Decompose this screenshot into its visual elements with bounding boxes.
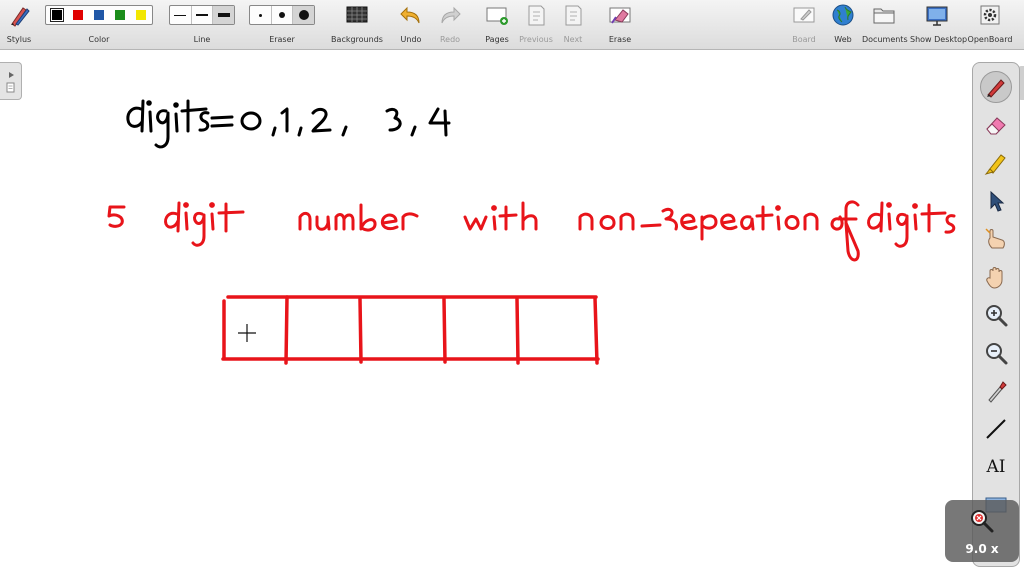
color-swatches bbox=[45, 5, 153, 25]
backgrounds-label: Backgrounds bbox=[331, 35, 383, 44]
interact-tool-button[interactable] bbox=[980, 223, 1012, 255]
hand-tool-button[interactable] bbox=[980, 261, 1012, 293]
color-swatch-red[interactable] bbox=[72, 10, 83, 20]
line-icon bbox=[986, 419, 1006, 439]
line-label: Line bbox=[193, 35, 211, 44]
color-swatch-yellow[interactable] bbox=[136, 10, 147, 20]
previous-page-label: Previous bbox=[519, 35, 553, 44]
eraser-small-option[interactable] bbox=[250, 6, 272, 24]
whiteboard-canvas[interactable] bbox=[0, 51, 1024, 576]
next-page-icon bbox=[560, 3, 586, 27]
zoom-in-icon bbox=[986, 305, 1008, 327]
eraser-label: Eraser bbox=[269, 35, 295, 44]
redo-button[interactable]: Redo bbox=[435, 3, 465, 47]
text-tool-button[interactable]: AI bbox=[980, 451, 1012, 483]
web-button[interactable]: Web bbox=[828, 3, 858, 47]
pointer-icon bbox=[990, 190, 1005, 212]
line-tool-button[interactable] bbox=[980, 413, 1012, 445]
crosshair-cursor-icon bbox=[238, 324, 256, 342]
board-label: Board bbox=[792, 35, 816, 44]
eraser-tool-button[interactable] bbox=[980, 109, 1012, 141]
web-label: Web bbox=[834, 35, 852, 44]
color-swatch-blue[interactable] bbox=[93, 10, 104, 20]
color-selector[interactable]: Color bbox=[44, 3, 154, 47]
board-button[interactable]: Board bbox=[789, 3, 819, 47]
zoom-out-icon bbox=[986, 343, 1008, 365]
erase-button[interactable]: Erase bbox=[605, 3, 635, 47]
handwriting-question-text bbox=[107, 200, 956, 262]
undo-button[interactable]: Undo bbox=[396, 3, 426, 47]
redo-label: Redo bbox=[439, 35, 461, 44]
line-width-selector[interactable]: Line bbox=[168, 3, 236, 47]
globe-icon bbox=[830, 3, 856, 27]
pointer-tool-button[interactable] bbox=[980, 185, 1012, 217]
line-medium-option[interactable] bbox=[192, 6, 214, 24]
color-swatch-black[interactable] bbox=[49, 8, 64, 22]
undo-label: Undo bbox=[400, 35, 422, 44]
board-icon bbox=[791, 3, 817, 27]
pages-button[interactable]: Pages bbox=[482, 3, 512, 47]
erase-label: Erase bbox=[608, 35, 632, 44]
show-desktop-label: Show Desktop bbox=[910, 35, 968, 44]
eraser-size-selector[interactable]: Eraser bbox=[248, 3, 316, 47]
pages-label: Pages bbox=[485, 35, 509, 44]
eraser-large-option[interactable] bbox=[293, 6, 315, 24]
documents-button[interactable]: Documents bbox=[862, 3, 908, 47]
pipette-icon bbox=[988, 381, 1007, 403]
stylus-icon bbox=[6, 3, 32, 27]
tool-palette: AI bbox=[972, 62, 1020, 567]
backgrounds-button[interactable]: Backgrounds bbox=[330, 3, 384, 47]
next-page-label: Next bbox=[563, 35, 583, 44]
show-desktop-button[interactable]: Show Desktop bbox=[910, 3, 968, 47]
laser-pointer-tool-button[interactable] bbox=[980, 375, 1012, 407]
previous-page-icon bbox=[523, 3, 549, 27]
main-toolbar: Stylus Color Line Eraser Backgrounds Und… bbox=[0, 0, 1024, 50]
digit-place-boxes bbox=[221, 295, 600, 365]
zoom-in-tool-button[interactable] bbox=[980, 299, 1012, 331]
highlighter-icon bbox=[984, 154, 1006, 175]
line-thick-option[interactable] bbox=[213, 6, 235, 24]
line-width-options bbox=[169, 5, 235, 25]
stylus-button[interactable]: Stylus bbox=[4, 3, 34, 47]
zoom-out-tool-button[interactable] bbox=[980, 337, 1012, 369]
documents-label: Documents bbox=[862, 35, 908, 44]
eraser-medium-option[interactable] bbox=[272, 6, 294, 24]
redo-icon bbox=[437, 3, 463, 27]
previous-page-button[interactable]: Previous bbox=[518, 3, 554, 47]
laser-hand-icon bbox=[985, 228, 1005, 249]
undo-icon bbox=[398, 3, 424, 27]
magnifier-icon bbox=[971, 510, 994, 533]
zoom-level-label: 9.0 x bbox=[965, 542, 999, 556]
color-label: Color bbox=[88, 35, 110, 44]
hand-icon bbox=[986, 267, 1003, 289]
gear-icon bbox=[977, 3, 1003, 27]
highlighter-tool-button[interactable] bbox=[980, 147, 1012, 179]
erase-icon bbox=[607, 3, 633, 27]
openboard-label: OpenBoard bbox=[967, 35, 1013, 44]
text-icon: AI bbox=[986, 457, 1006, 477]
zoom-indicator[interactable]: 9.0 x bbox=[945, 500, 1019, 562]
line-thin-option[interactable] bbox=[170, 6, 192, 24]
openboard-button[interactable]: OpenBoard bbox=[967, 3, 1013, 47]
backgrounds-icon bbox=[344, 3, 370, 27]
folder-icon bbox=[871, 3, 897, 27]
eraser-icon bbox=[986, 117, 1006, 135]
pen-tool-button[interactable] bbox=[980, 71, 1012, 103]
pages-icon bbox=[484, 3, 510, 27]
next-page-button[interactable]: Next bbox=[558, 3, 588, 47]
stylus-label: Stylus bbox=[6, 35, 32, 44]
eraser-size-options bbox=[249, 5, 315, 25]
pen-icon bbox=[987, 79, 1005, 98]
handwriting-digits-list bbox=[126, 99, 451, 149]
monitor-icon bbox=[924, 3, 950, 27]
color-swatch-green[interactable] bbox=[115, 10, 126, 20]
